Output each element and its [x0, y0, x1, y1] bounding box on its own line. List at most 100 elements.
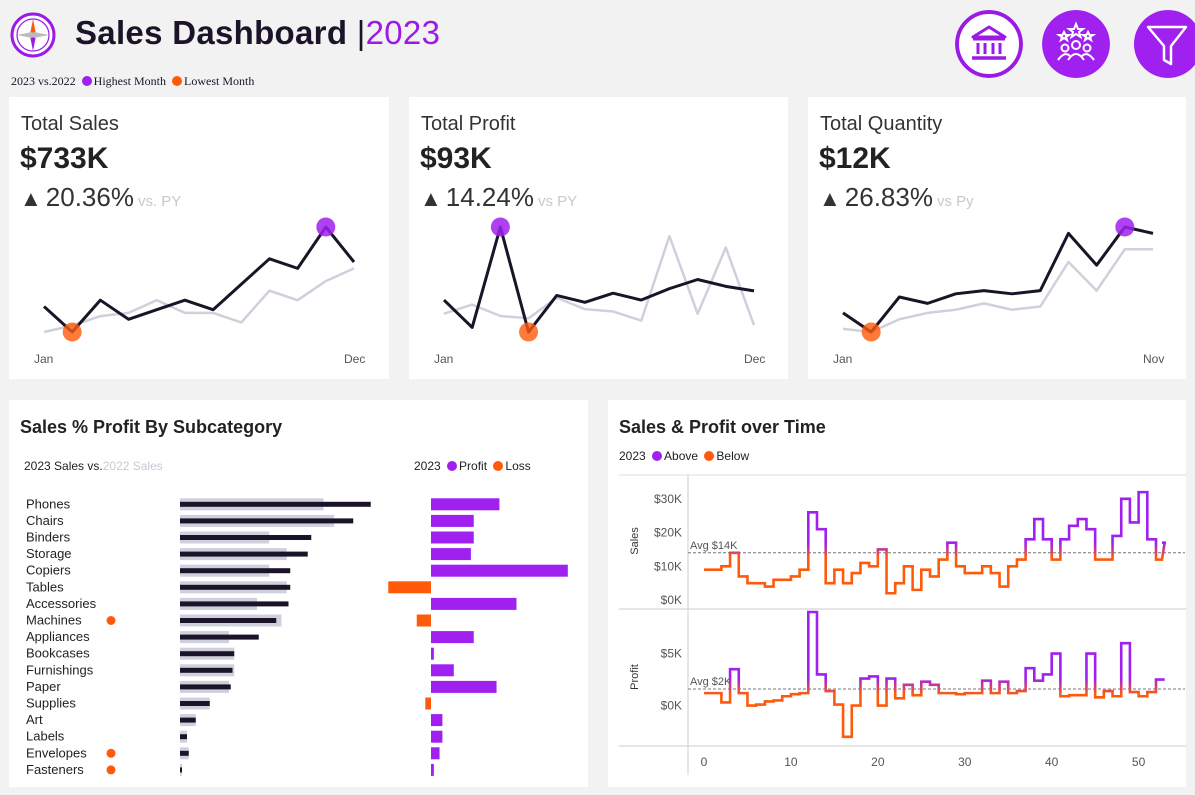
x-tick-start: Jan — [434, 352, 453, 366]
team-rating-icon[interactable] — [1042, 10, 1110, 78]
current-year-line — [843, 227, 1153, 332]
current-sales-bar — [180, 651, 234, 656]
current-sales-bar — [180, 668, 233, 673]
subcategory-card: Sales % Profit By Subcategory 2023 Sales… — [9, 400, 588, 787]
highest-dot-icon — [82, 76, 92, 86]
flag-dot-icon — [107, 765, 116, 774]
highest-month-marker — [316, 218, 335, 237]
dashboard-header: Sales Dashboard |2023 2023 vs.2022 Highe… — [0, 0, 1195, 90]
current-sales-bar — [180, 701, 210, 706]
current-sales-bar — [180, 601, 289, 606]
x-tick: 10 — [784, 755, 798, 769]
prior-year-line — [44, 268, 354, 332]
sales-y-tick: $10K — [654, 559, 682, 573]
profit-y-tick: $5K — [661, 647, 682, 661]
page-title-year: 2023 — [366, 14, 441, 51]
category-label: Machines — [26, 613, 82, 628]
x-tick: 20 — [871, 755, 885, 769]
category-label: Tables — [26, 579, 64, 594]
lowest-dot-icon — [172, 76, 182, 86]
highest-month-marker — [491, 218, 510, 237]
profit-avg-label: Avg $2K — [690, 676, 732, 688]
profit-bar — [431, 681, 497, 693]
current-year-line — [44, 227, 354, 332]
x-tick-end: Dec — [744, 352, 765, 366]
current-sales-bar — [180, 684, 231, 689]
category-label: Furnishings — [26, 662, 94, 677]
sales-step-line — [704, 492, 1165, 593]
sales-profit-time-chart: $0K$10K$20K$30KSalesAvg $14K$0K$5KProfit… — [608, 400, 1186, 787]
loss-bar — [417, 615, 431, 627]
lowest-month-marker — [63, 323, 82, 342]
profit-bar — [431, 498, 499, 510]
profit-bar — [431, 714, 442, 726]
current-sales-bar — [180, 535, 311, 540]
category-label: Art — [26, 712, 43, 727]
loss-bar — [388, 581, 431, 593]
category-label: Envelopes — [26, 745, 87, 760]
current-sales-bar — [180, 552, 308, 557]
x-tick-start: Jan — [833, 352, 852, 366]
profit-bar — [431, 764, 434, 776]
current-sales-bar — [180, 718, 196, 723]
quantity-sparkline: Jan Nov — [808, 97, 1186, 379]
sales-y-tick: $30K — [654, 492, 682, 506]
profit-bar — [431, 532, 474, 544]
compass-logo-icon — [10, 12, 56, 58]
current-sales-bar — [180, 502, 371, 507]
profit-sparkline: Jan Dec — [409, 97, 788, 379]
subcategory-bar-chart: PhonesChairsBindersStorageCopiersTablesA… — [9, 400, 588, 787]
current-year-line — [444, 227, 754, 332]
x-tick: 0 — [701, 755, 708, 769]
profit-bar — [431, 515, 474, 527]
highest-month-marker — [1115, 218, 1134, 237]
category-label: Bookcases — [26, 646, 90, 661]
category-label: Accessories — [26, 596, 97, 611]
x-tick-end: Nov — [1143, 352, 1164, 366]
loss-bar — [425, 698, 431, 710]
kpi-card-sales: Total Sales $733K ▲20.36%vs. PY JanDec — [9, 97, 389, 379]
profit-y-label: Profit — [629, 664, 641, 690]
profit-bar — [431, 548, 471, 560]
category-label: Paper — [26, 679, 61, 694]
category-label: Supplies — [26, 696, 76, 711]
current-sales-bar — [180, 618, 276, 623]
category-label: Chairs — [26, 513, 64, 528]
category-label: Storage — [26, 546, 72, 561]
x-tick-start: Jan — [34, 352, 53, 366]
profit-bar — [431, 747, 440, 759]
profit-bar — [431, 598, 517, 610]
category-label: Labels — [26, 729, 65, 744]
x-tick: 40 — [1045, 755, 1059, 769]
category-label: Appliances — [26, 629, 90, 644]
current-sales-bar — [180, 734, 187, 739]
current-sales-bar — [180, 751, 189, 756]
current-sales-bar — [180, 585, 290, 590]
sales-y-label: Sales — [629, 527, 641, 555]
x-tick: 30 — [958, 755, 972, 769]
sales-y-tick: $0K — [661, 593, 682, 607]
time-card: Sales & Profit over Time 2023 Above Belo… — [608, 400, 1186, 787]
profit-bar — [431, 731, 442, 743]
x-tick-end: Dec — [344, 352, 365, 366]
category-label: Copiers — [26, 563, 71, 578]
flag-dot-icon — [107, 749, 116, 758]
bank-icon[interactable] — [955, 10, 1023, 78]
current-sales-bar — [180, 635, 259, 640]
category-label: Fasteners — [26, 762, 84, 777]
kpi-card-profit: Total Profit $93K ▲14.24%vs PY JanDec — [409, 97, 788, 379]
page-title: Sales Dashboard |2023 — [75, 14, 440, 52]
filter-icon[interactable] — [1128, 10, 1195, 78]
category-label: Phones — [26, 496, 71, 511]
profit-y-tick: $0K — [661, 699, 682, 713]
profit-bar — [431, 664, 454, 676]
lowest-month-marker — [519, 323, 538, 342]
profit-bar — [431, 648, 434, 660]
current-sales-bar — [180, 518, 353, 523]
profit-bar — [431, 631, 474, 643]
x-tick: 50 — [1132, 755, 1146, 769]
sales-avg-label: Avg $14K — [690, 540, 738, 552]
current-sales-bar — [180, 767, 182, 772]
header-legend: 2023 vs.2022 Highest Month Lowest Month — [11, 74, 254, 89]
profit-bar — [431, 565, 568, 577]
